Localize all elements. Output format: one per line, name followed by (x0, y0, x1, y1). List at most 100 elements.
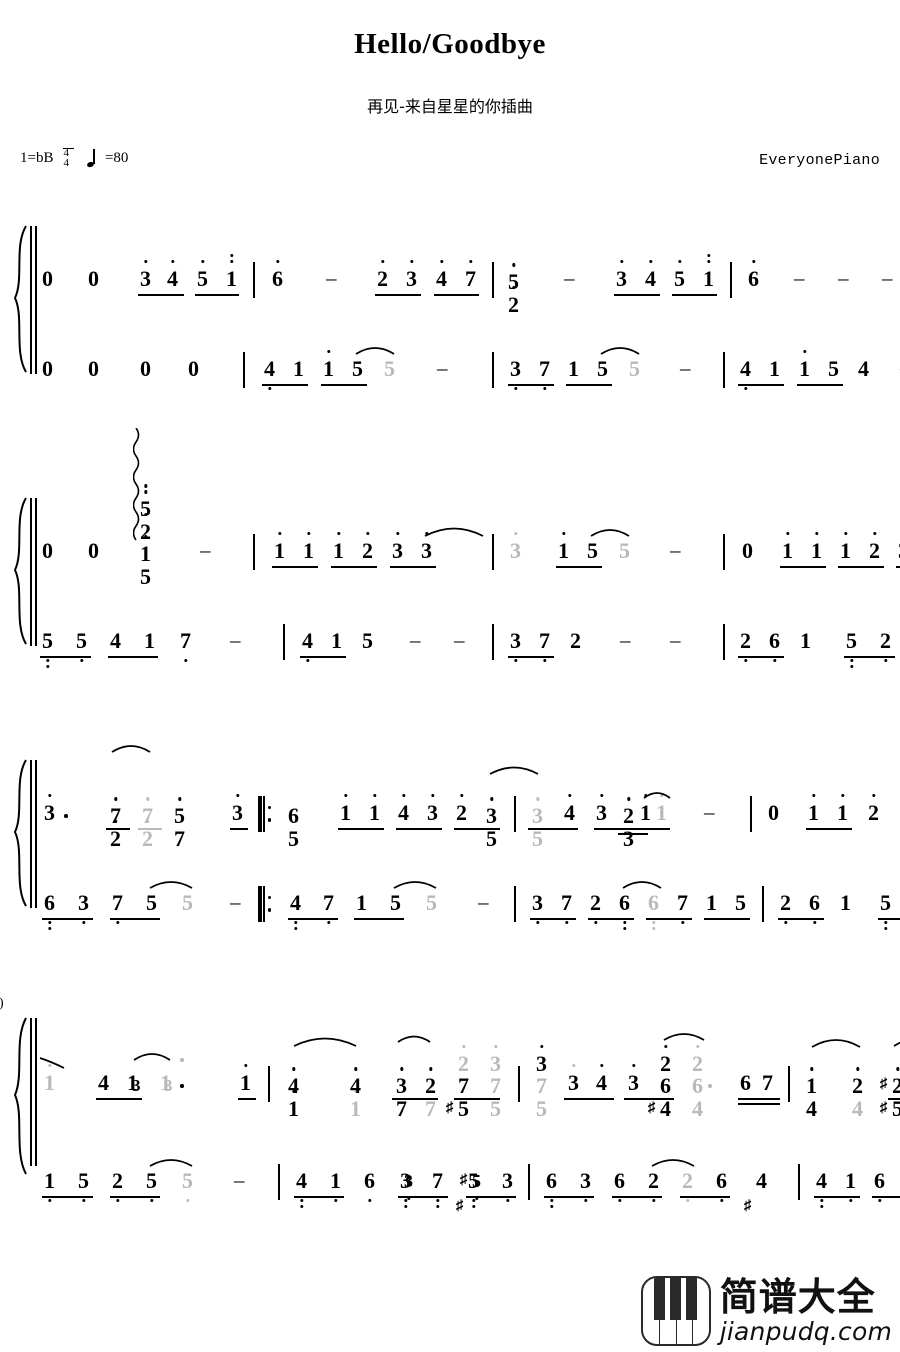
beam (844, 656, 895, 659)
note: 6 (716, 1170, 727, 1202)
barline (518, 1066, 520, 1102)
note: 0 (42, 266, 53, 291)
note: 5 (597, 356, 608, 381)
note: 6 (614, 1170, 625, 1202)
beam (375, 294, 421, 297)
beam (566, 384, 612, 387)
chord-note: 5 (508, 263, 519, 293)
chord-stack: 4 1 (806, 1067, 817, 1120)
system-3: ) 3 2 7 2 7 7 5 3 5 6 1 (0, 745, 900, 932)
system-2: ) 0 0 5 1 2 5 – 1 1 1 2 3 3 3 1 5 (0, 428, 900, 670)
note: 2 (880, 630, 891, 662)
system-number-4: 3) (0, 996, 4, 1012)
note: 1 (44, 1170, 55, 1202)
chord-note: 2 (458, 1044, 469, 1075)
note: 0 (140, 356, 151, 381)
chord-note-tied: 3 (532, 797, 543, 827)
note: 7 (677, 892, 688, 924)
note: 4 (110, 628, 121, 653)
note: 0 (188, 356, 199, 381)
note: 7 (539, 630, 550, 662)
note: 4 (290, 892, 301, 930)
chord-stack: 1 4 (350, 1067, 361, 1120)
beam (838, 566, 884, 569)
note: 0 (88, 356, 99, 381)
beam (338, 828, 384, 831)
note: 1 (840, 532, 851, 562)
barline (528, 1164, 530, 1200)
note: 5 (390, 890, 401, 915)
system-brace (8, 224, 30, 374)
dash: – (200, 538, 211, 562)
chord-stack: 5 7 3 (536, 1044, 547, 1121)
beam (110, 1196, 160, 1199)
tie (810, 1036, 862, 1048)
note: 5 (76, 630, 87, 662)
beam (354, 918, 404, 921)
note: 0 (88, 538, 99, 563)
dash: – (670, 538, 681, 562)
staff-treble-2: 0 0 5 1 2 5 – 1 1 1 2 3 3 3 1 5 5 – 0 1 … (40, 428, 900, 588)
note: 1 (356, 890, 367, 915)
chord-note: 6 (692, 1073, 703, 1099)
chord-stack: 5 6 (288, 804, 299, 850)
note: 7 (561, 892, 572, 924)
note: 0 (768, 800, 779, 825)
chord-stack: 5 1 2 5 (140, 484, 151, 588)
note: 3 (140, 260, 151, 290)
beam (672, 294, 717, 297)
note: 7 (180, 630, 191, 662)
tie (621, 878, 663, 889)
chord-note: 2 (852, 1067, 863, 1097)
chord-note: 1 (288, 1089, 299, 1120)
beam (300, 656, 346, 659)
tie (488, 764, 540, 775)
beam (272, 566, 318, 569)
piano-keys-icon (640, 1276, 711, 1346)
chord-note: 2 (892, 1067, 900, 1097)
note: 3 (616, 260, 627, 290)
note: 5 (735, 890, 746, 915)
chord-stack: 7 5 (174, 797, 185, 850)
note: 3 (628, 1064, 639, 1094)
logo-title-cn: 简谱大全 (719, 1275, 876, 1319)
note: 4 (816, 1170, 827, 1208)
sharp-icon: ♯ (744, 1198, 752, 1214)
barline (762, 886, 764, 922)
sharp-icon: ♯ (460, 1172, 468, 1188)
chord-note: 5 (174, 797, 185, 827)
note: 5 (42, 630, 53, 668)
note: 6 (619, 892, 630, 930)
beam (588, 918, 634, 921)
beam (238, 1098, 256, 1101)
note: 2 (362, 532, 373, 562)
augmentation-dot (708, 1084, 712, 1088)
barline (788, 1066, 790, 1102)
tie (650, 1156, 696, 1167)
chord-stack: 3 (404, 1171, 413, 1200)
chord-note: 3 (132, 1075, 141, 1095)
note: 1 (331, 628, 342, 653)
beam (594, 828, 670, 831)
note: 0 (88, 266, 99, 291)
chord-stack: 4 6 2 (660, 1044, 671, 1120)
system-brace (8, 1016, 30, 1175)
beam (454, 828, 500, 831)
chord-note: 5 (536, 1095, 547, 1121)
beam (556, 566, 602, 569)
chord-note: 4 (350, 1067, 361, 1097)
note: 2 (780, 892, 791, 924)
note: 1 (369, 794, 380, 824)
chord-stack: 3 (132, 1075, 141, 1095)
credit-label: EveryonePiano (759, 152, 880, 169)
chord-note: 2 (110, 819, 121, 850)
barline (243, 352, 245, 388)
dash: – (230, 628, 241, 652)
beam (390, 566, 436, 569)
beam (806, 828, 852, 831)
dash: – (326, 266, 337, 290)
beam (624, 1098, 674, 1101)
score-meta: 1=bB 4 4 =80 (20, 147, 128, 169)
note: 3 (232, 794, 243, 824)
system-start-barline (30, 498, 37, 646)
